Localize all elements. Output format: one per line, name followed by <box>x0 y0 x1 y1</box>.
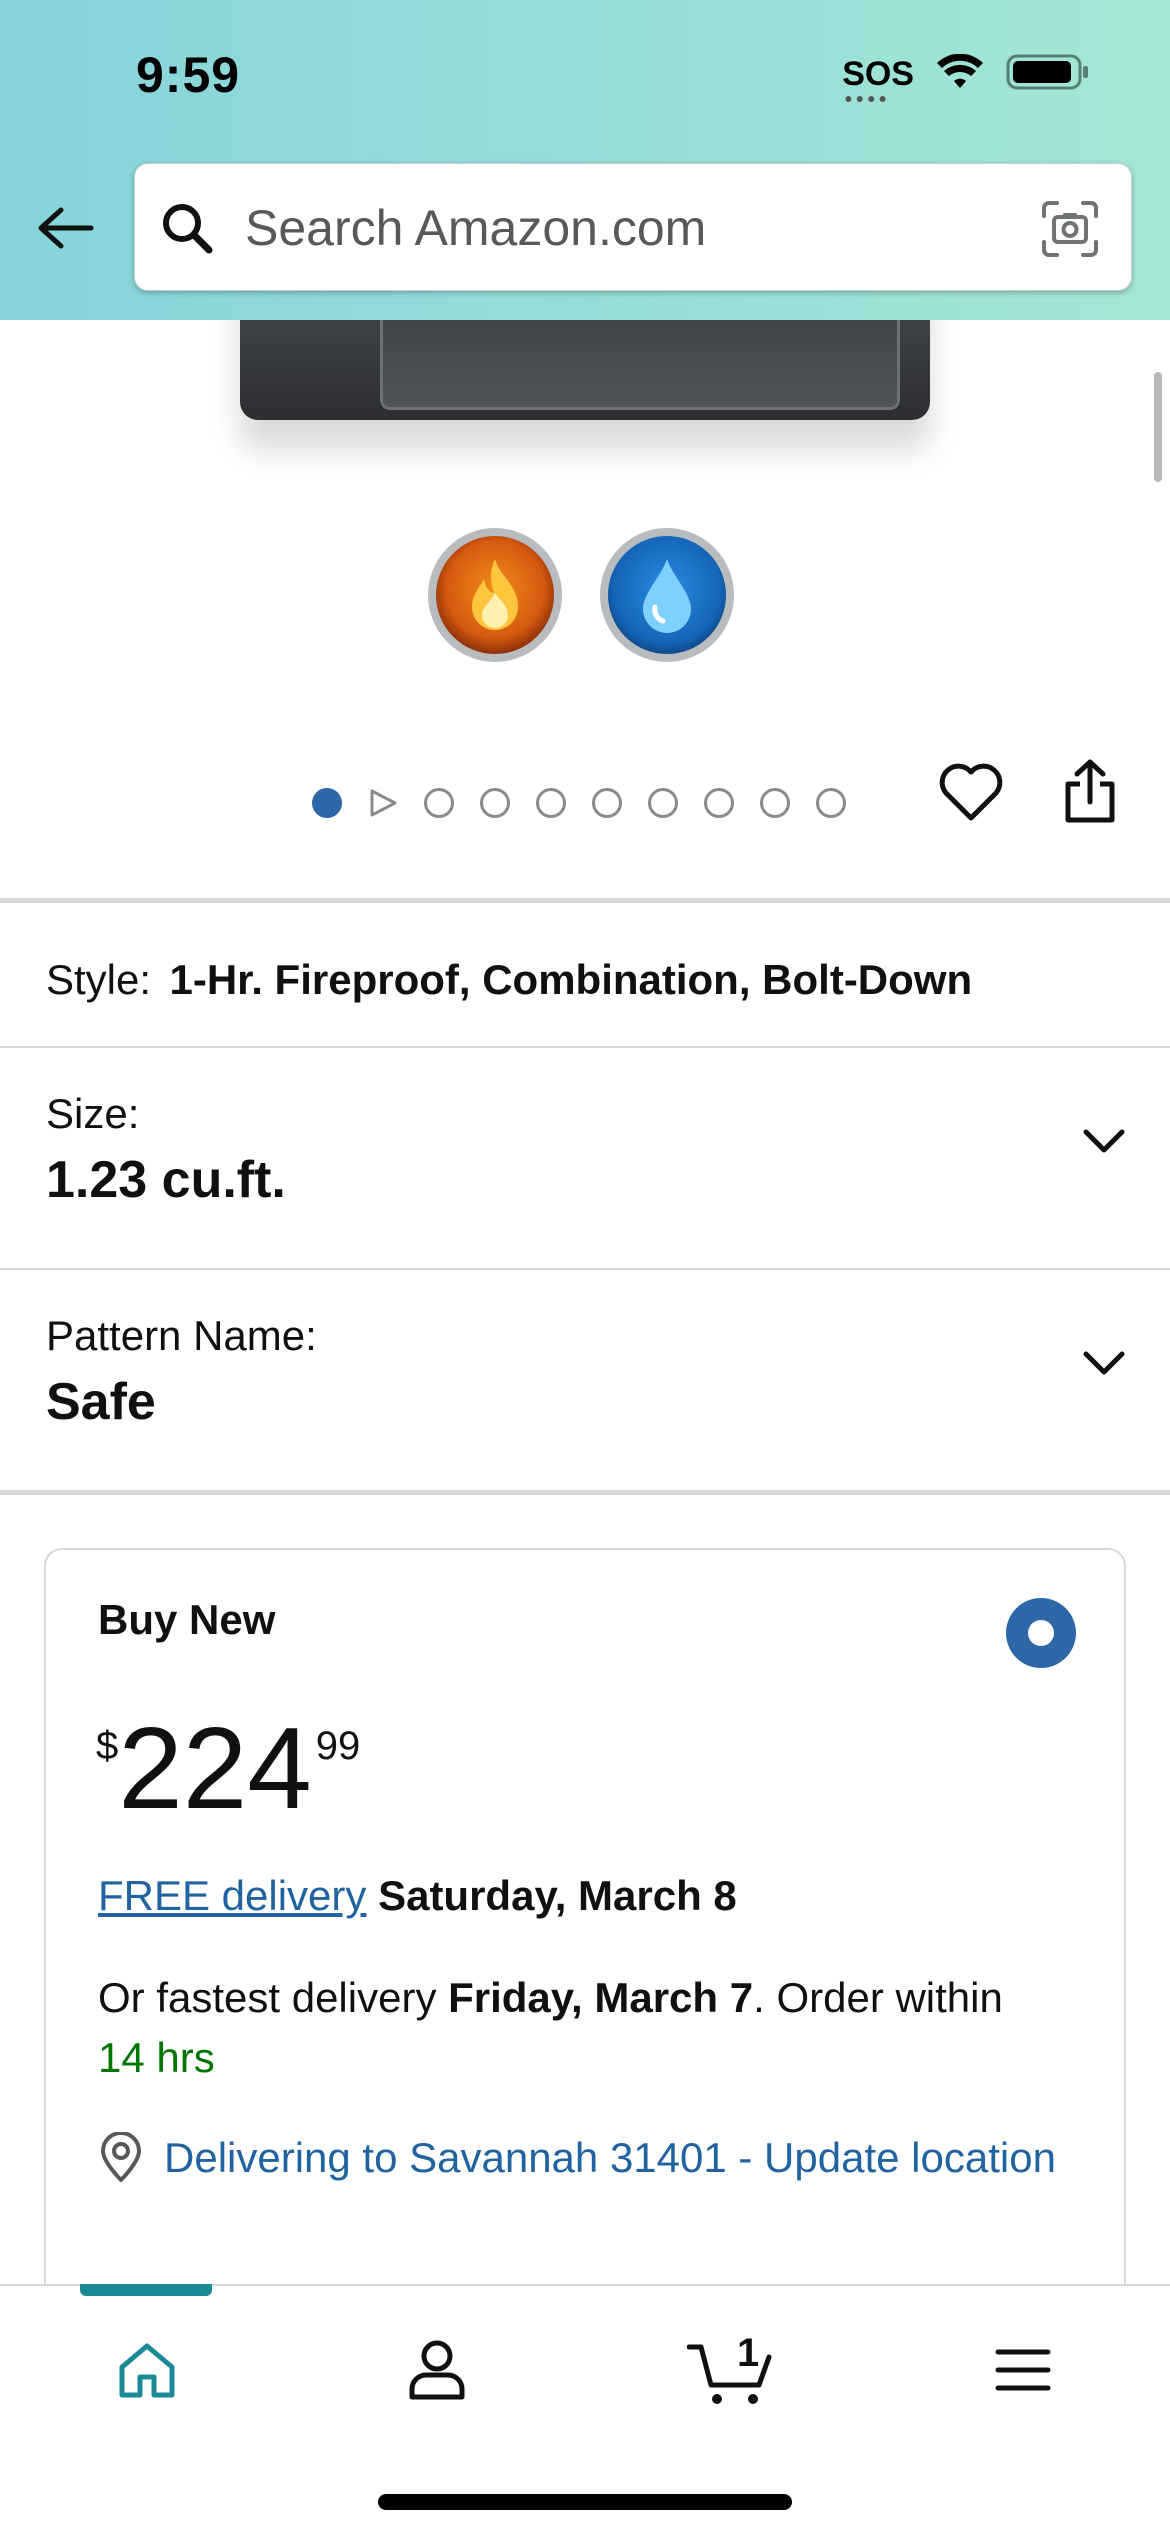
carousel-dot[interactable] <box>480 788 510 818</box>
status-time: 9:59 <box>136 47 241 103</box>
cart-count-badge: 1 <box>737 2331 760 2375</box>
pattern-value: Safe <box>46 1373 156 1431</box>
carousel-dot[interactable] <box>760 788 790 818</box>
fastest-delivery-line: Or fastest delivery Friday, March 7. Ord… <box>98 1974 1003 2081</box>
share-icon <box>1062 759 1118 828</box>
free-delivery-date: Saturday, March 8 <box>378 1872 737 1919</box>
carousel-dot[interactable] <box>424 788 454 818</box>
nav-cart[interactable]: 1 <box>676 2322 786 2422</box>
style-option: Style: 1-Hr. Fireproof, Combination, Bol… <box>46 956 1126 1004</box>
cart-icon: 1 <box>687 2331 775 2407</box>
style-value: 1-Hr. Fireproof, Combination, Bolt-Down <box>169 956 973 1003</box>
scrollbar[interactable] <box>1154 372 1162 482</box>
delivery-location-link[interactable]: Delivering to Savannah 31401 - Update lo… <box>98 2128 1058 2188</box>
price-whole: 224 <box>118 1703 312 1833</box>
free-delivery-line: FREE delivery Saturday, March 8 <box>98 1872 737 1920</box>
size-value: 1.23 cu.ft. <box>46 1151 286 1209</box>
search-bar[interactable] <box>134 163 1132 292</box>
location-pin-icon <box>98 2131 144 2200</box>
divider <box>0 1046 1170 1048</box>
divider <box>0 1490 1170 1495</box>
price-fraction: 99 <box>315 1724 361 1768</box>
buy-new-title: Buy New <box>98 1596 276 1643</box>
image-carousel-indicator[interactable] <box>312 788 846 818</box>
carousel-dot[interactable] <box>536 788 566 818</box>
add-to-wishlist-button[interactable] <box>938 762 1004 827</box>
size-label: Size: <box>46 1090 140 1137</box>
carousel-dot[interactable] <box>312 788 342 818</box>
nav-menu[interactable] <box>968 2322 1078 2422</box>
search-input[interactable] <box>245 164 1045 292</box>
search-icon <box>159 200 215 261</box>
wifi-icon <box>936 53 984 95</box>
fire-icon <box>428 528 562 662</box>
heart-icon <box>938 763 1004 826</box>
free-delivery-link[interactable]: FREE delivery <box>98 1872 366 1919</box>
status-icons: SOS ●●●● <box>842 52 1090 106</box>
nav-home[interactable] <box>92 2322 202 2422</box>
camera-scan-icon[interactable] <box>1041 200 1099 263</box>
price-symbol: $ <box>96 1724 119 1768</box>
bottom-navigation: 1 <box>0 2284 1170 2532</box>
divider <box>0 898 1170 903</box>
water-drop-icon <box>600 528 734 662</box>
pattern-label: Pattern Name: <box>46 1312 317 1359</box>
carousel-dot[interactable] <box>648 788 678 818</box>
carousel-dot[interactable] <box>704 788 734 818</box>
price: $ 224 99 <box>96 1710 360 1826</box>
app-header: 9:59 SOS ●●●● <box>0 0 1170 320</box>
fastest-delivery-date: Friday, March 7 <box>448 1974 754 2021</box>
menu-icon <box>995 2347 1051 2398</box>
order-within-time: 14 hrs <box>98 2034 215 2081</box>
battery-icon <box>1006 52 1090 97</box>
style-label: Style: <box>46 956 152 1003</box>
video-play-icon[interactable] <box>368 788 398 818</box>
home-indicator[interactable] <box>378 2494 792 2510</box>
person-icon <box>408 2339 466 2406</box>
chevron-down-icon <box>1082 1348 1126 1383</box>
sos-indicator: SOS ●●●● <box>842 55 914 106</box>
pattern-selector[interactable]: Pattern Name: Safe <box>46 1312 1126 1492</box>
home-icon <box>116 2341 178 2404</box>
size-selector[interactable]: Size: 1.23 cu.ft. <box>46 1090 1126 1270</box>
share-button[interactable] <box>1062 758 1118 829</box>
back-button[interactable] <box>30 195 100 265</box>
nav-account[interactable] <box>382 2322 492 2422</box>
carousel-dot[interactable] <box>592 788 622 818</box>
carousel-dot[interactable] <box>816 788 846 818</box>
delivery-location-text: Delivering to Savannah 31401 - Update lo… <box>164 2134 1056 2181</box>
arrow-left-icon <box>35 206 95 255</box>
divider <box>0 1268 1170 1270</box>
buy-new-radio[interactable] <box>1006 1598 1076 1668</box>
active-tab-indicator <box>80 2284 212 2296</box>
chevron-down-icon <box>1082 1126 1126 1161</box>
